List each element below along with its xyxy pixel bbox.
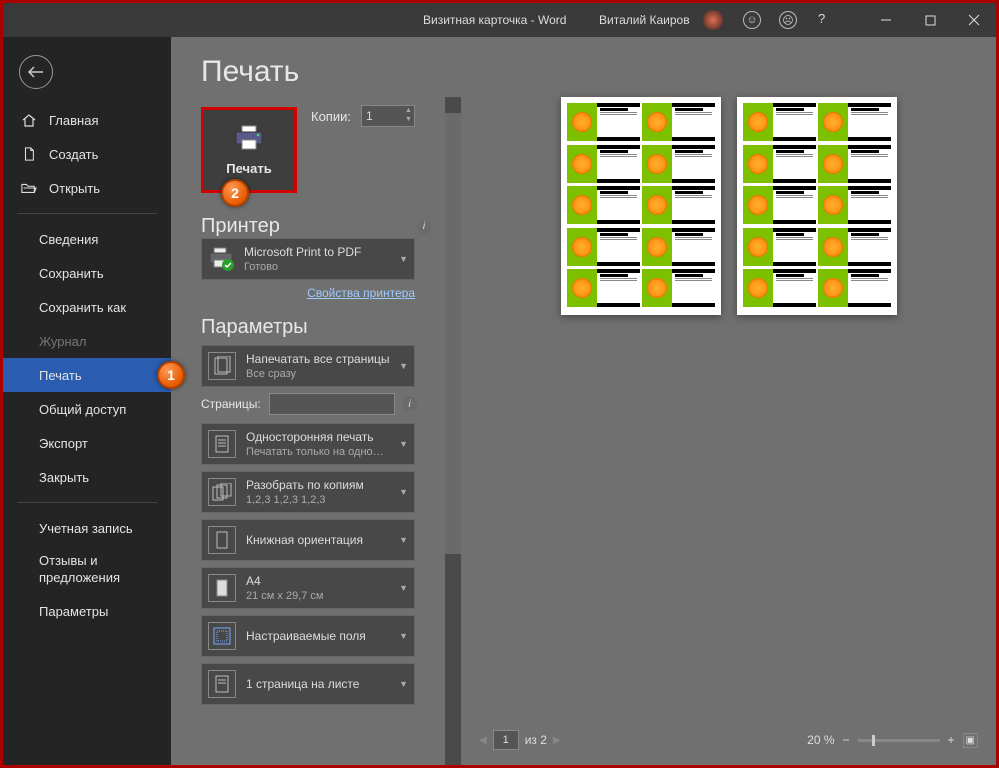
callout-badge-2: 2 [221, 179, 249, 207]
paper-size-dropdown[interactable]: A421 см x 29,7 см ▼ [201, 567, 415, 609]
sidebar-item-close[interactable]: Закрыть [3, 460, 171, 494]
sidebar-item-new[interactable]: Создать [3, 137, 171, 171]
sidebar-item-home[interactable]: Главная [3, 103, 171, 137]
chevron-down-icon: ▼ [399, 361, 408, 371]
maximize-button[interactable] [908, 3, 952, 37]
chevron-down-icon: ▼ [399, 487, 408, 497]
margins-icon [208, 622, 236, 650]
printer-dropdown[interactable]: Microsoft Print to PDF Готово ▼ [201, 238, 415, 280]
sidebar-item-export[interactable]: Экспорт [3, 426, 171, 460]
margins-dropdown[interactable]: Настраиваемые поля ▼ [201, 615, 415, 657]
zoom-in-button[interactable]: + [948, 733, 955, 747]
sidebar-new-label: Создать [49, 147, 98, 162]
preview-page-1 [561, 97, 721, 315]
back-button[interactable] [19, 55, 53, 89]
chevron-down-icon: ▼ [399, 631, 408, 641]
sidebar-item-share[interactable]: Общий доступ [3, 392, 171, 426]
page-title: Печать [201, 55, 461, 89]
collate-icon [208, 478, 236, 506]
chevron-down-icon: ▼ [399, 535, 408, 545]
sidebar-home-label: Главная [49, 113, 98, 128]
page-total: из 2 [525, 733, 547, 747]
paper-icon [208, 574, 236, 602]
sidebar-item-history: Журнал [3, 324, 171, 358]
minimize-button[interactable] [864, 3, 908, 37]
sides-dropdown[interactable]: Односторонняя печатьПечатать только на о… [201, 423, 415, 465]
collate-dropdown[interactable]: Разобрать по копиям1,2,3 1,2,3 1,2,3 ▼ [201, 471, 415, 513]
sidebar-item-save[interactable]: Сохранить [3, 256, 171, 290]
params-heading: Параметры [201, 316, 461, 339]
user-name: Виталий Каиров [599, 13, 690, 27]
close-button[interactable] [952, 3, 996, 37]
sidebar-item-options[interactable]: Параметры [3, 595, 171, 629]
pages-label: Страницы: [201, 397, 261, 411]
printer-heading: Принтер [201, 215, 280, 238]
print-button-label: Печать [226, 161, 271, 176]
sidebar-item-print[interactable]: Печать 1 [3, 358, 171, 392]
app-title: Визитная карточка - Word [423, 13, 566, 27]
chevron-down-icon: ▼ [399, 679, 408, 689]
help-icon[interactable]: ? [818, 11, 825, 26]
info-icon[interactable]: i [403, 397, 417, 411]
preview-page-2 [737, 97, 897, 315]
chevron-down-icon: ▼ [399, 254, 408, 264]
zoom-out-button[interactable]: − [843, 733, 850, 747]
fit-page-button[interactable]: ▣ [963, 733, 978, 748]
page-number-input[interactable] [493, 730, 519, 750]
sidebar: Главная Создать Открыть Сведения Сохрани… [3, 37, 171, 765]
copies-label: Копии: [311, 109, 351, 124]
check-ok-icon [222, 259, 234, 271]
page-single-icon [208, 430, 236, 458]
face-smile-icon[interactable]: ☺ [743, 11, 761, 29]
print-button[interactable]: Печать [201, 107, 297, 193]
face-sad-icon[interactable]: ☹ [779, 11, 797, 29]
sidebar-item-account[interactable]: Учетная запись [3, 511, 171, 545]
pages-input[interactable] [269, 393, 395, 415]
sidebar-item-saveas[interactable]: Сохранить как [3, 290, 171, 324]
chevron-down-icon: ▼ [399, 583, 408, 593]
print-pages-dropdown[interactable]: Напечатать все страницыВсе сразу ▼ [201, 345, 415, 387]
sidebar-item-open[interactable]: Открыть [3, 171, 171, 205]
info-icon[interactable]: i [417, 220, 431, 234]
avatar[interactable] [703, 10, 723, 30]
chevron-down-icon: ▼ [399, 439, 408, 449]
pages-icon [208, 352, 236, 380]
next-page-button[interactable]: ▶ [553, 735, 561, 746]
prev-page-button[interactable]: ◀ [479, 735, 487, 746]
scrollbar[interactable] [445, 97, 461, 765]
printer-properties-link[interactable]: Свойства принтера [201, 286, 415, 300]
sidebar-item-feedback[interactable]: Отзывы и предложения [3, 545, 171, 595]
zoom-slider[interactable] [858, 739, 940, 742]
zoom-value: 20 % [807, 733, 834, 747]
orientation-dropdown[interactable]: Книжная ориентация ▼ [201, 519, 415, 561]
sidebar-item-info[interactable]: Сведения [3, 222, 171, 256]
copies-input[interactable]: 1 ▲▼ [361, 105, 415, 127]
sidebar-open-label: Открыть [49, 181, 100, 196]
sheet-icon [208, 670, 236, 698]
pages-per-sheet-dropdown[interactable]: 1 страница на листе ▼ [201, 663, 415, 705]
print-preview: ◀ из 2 ▶ 20 % − + ▣ [461, 37, 996, 765]
printer-icon [234, 125, 264, 151]
portrait-icon [208, 526, 236, 554]
